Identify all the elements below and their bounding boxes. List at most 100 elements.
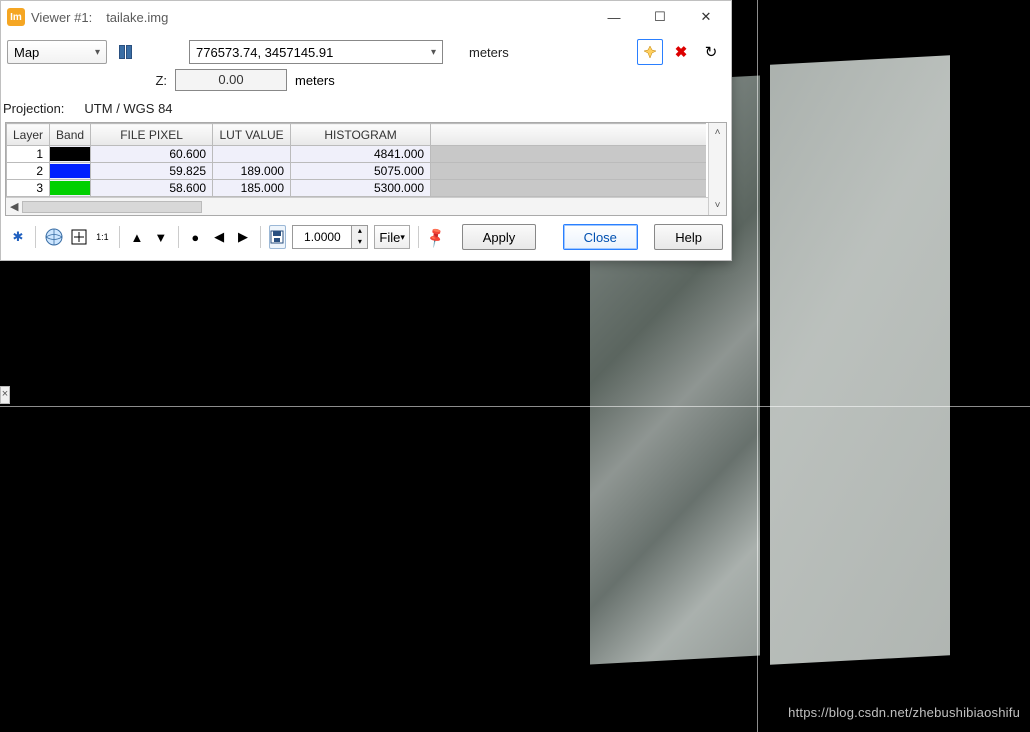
coordinate-input[interactable]: 776573.74, 3457145.91 ▾: [189, 40, 443, 64]
divider: [35, 226, 36, 248]
col-histogram[interactable]: HISTOGRAM: [291, 124, 431, 146]
refresh-button[interactable]: ↻: [699, 40, 723, 64]
up-button[interactable]: ▲: [128, 225, 146, 249]
scroll-left-icon[interactable]: ◀: [10, 200, 18, 213]
step-back-button[interactable]: ◀: [210, 225, 228, 249]
maximize-button[interactable]: ☐: [637, 2, 683, 32]
close-button[interactable]: Close: [563, 224, 638, 250]
cell-spacer: [431, 180, 706, 197]
z-value-field[interactable]: 0.00: [175, 69, 287, 91]
band-table-wrap: Layer Band FILE PIXEL LUT VALUE HISTOGRA…: [5, 122, 727, 216]
col-layer[interactable]: Layer: [7, 124, 50, 146]
pushpin-button[interactable]: 📌: [427, 225, 444, 249]
divider: [178, 226, 179, 248]
cell-band: [50, 146, 91, 163]
bottom-toolbar: ✱ 1:1 ▲ ▼ ● ◀ ▶ ▴▾ File ▾ 📌 Apply: [1, 216, 731, 260]
plus-box-icon: [71, 229, 87, 245]
scroll-down-icon[interactable]: ˅: [715, 200, 721, 211]
file-dropdown[interactable]: File ▾: [374, 225, 409, 249]
play-right-icon: ▶: [238, 229, 248, 245]
coordinate-value: 776573.74, 3457145.91: [196, 45, 333, 60]
col-file-pixel[interactable]: FILE PIXEL: [91, 124, 213, 146]
spin-up-icon[interactable]: ▴: [351, 226, 367, 237]
table-hscroll[interactable]: ◀ ▶: [6, 197, 726, 215]
asterisk-button[interactable]: ✱: [9, 225, 27, 249]
divider: [418, 226, 419, 248]
cell-band: [50, 163, 91, 180]
col-lut-value[interactable]: LUT VALUE: [213, 124, 291, 146]
crosshair-horizontal: [0, 406, 1030, 407]
titlebar[interactable]: Im Viewer #1: tailake.img — ☐ ✕: [1, 1, 731, 33]
chevron-down-icon: ▾: [431, 47, 436, 58]
one-to-one-button[interactable]: 1:1: [94, 225, 112, 249]
hscroll-thumb[interactable]: [22, 201, 202, 213]
projection-value: UTM / WGS 84: [84, 101, 172, 116]
spin-down-icon[interactable]: ▾: [351, 237, 367, 248]
cell-lut-value: 189.000: [213, 163, 291, 180]
band-swatch-icon: [50, 147, 90, 161]
zoom-value-input[interactable]: [293, 226, 351, 248]
watermark: https://blog.csdn.net/zhebushibiaoshifu: [788, 705, 1020, 720]
band-table[interactable]: Layer Band FILE PIXEL LUT VALUE HISTOGRA…: [6, 123, 706, 197]
satellite-imagery-right: [770, 55, 950, 664]
divider: [260, 226, 261, 248]
save-button[interactable]: [269, 225, 287, 249]
coord-toolbar: Map ▾ 776573.74, 3457145.91 ▾ meters ✖ ↻: [1, 33, 731, 69]
minimize-button[interactable]: —: [591, 2, 637, 32]
table-row[interactable]: 160.6004841.000: [7, 146, 707, 163]
close-window-button[interactable]: ✕: [683, 2, 729, 32]
step-forward-button[interactable]: ▶: [234, 225, 252, 249]
x-icon: ✖: [675, 43, 688, 61]
window-title: Viewer #1:: [31, 10, 92, 25]
dual-pane-icon: [119, 45, 132, 59]
projection-row: Projection: UTM / WGS 84: [1, 97, 731, 122]
cell-file-pixel: 58.600: [91, 180, 213, 197]
globe-button[interactable]: [44, 225, 64, 249]
pin-toggle-button[interactable]: [637, 39, 663, 65]
divider: [119, 226, 120, 248]
coord-units-label: meters: [469, 45, 509, 60]
dual-pane-button[interactable]: [113, 40, 137, 64]
refresh-icon: ↻: [705, 43, 718, 61]
app-icon: Im: [7, 8, 25, 26]
band-swatch-icon: [50, 164, 90, 178]
fit-extent-button[interactable]: [70, 225, 88, 249]
globe-icon: [45, 228, 63, 246]
record-button[interactable]: ●: [186, 225, 204, 249]
cell-spacer: [431, 146, 706, 163]
pushpin-icon: 📌: [423, 225, 447, 249]
mode-dropdown[interactable]: Map ▾: [7, 40, 107, 64]
table-vscroll[interactable]: ˄ ˅: [708, 123, 726, 215]
cell-layer: 1: [7, 146, 50, 163]
col-spacer: [431, 124, 706, 146]
apply-button[interactable]: Apply: [462, 224, 537, 250]
z-units-label: meters: [295, 73, 335, 88]
down-button[interactable]: ▼: [152, 225, 170, 249]
file-label: File: [379, 230, 400, 245]
z-row: Z: 0.00 meters: [1, 69, 731, 97]
band-swatch-icon: [50, 181, 90, 195]
projection-label: Projection:: [3, 101, 64, 116]
cell-lut-value: 185.000: [213, 180, 291, 197]
cell-histogram: 5075.000: [291, 163, 431, 180]
pixel-info-dialog: Im Viewer #1: tailake.img — ☐ ✕ Map ▾ 77…: [0, 0, 732, 261]
cell-file-pixel: 60.600: [91, 146, 213, 163]
cell-histogram: 5300.000: [291, 180, 431, 197]
cell-layer: 3: [7, 180, 50, 197]
scroll-up-icon[interactable]: ˄: [715, 127, 721, 138]
col-band[interactable]: Band: [50, 124, 91, 146]
cell-file-pixel: 59.825: [91, 163, 213, 180]
window-filename: tailake.img: [106, 10, 168, 25]
side-collapse-tab[interactable]: ×: [0, 386, 10, 404]
zoom-spinner[interactable]: ▴▾: [292, 225, 368, 249]
save-icon: [270, 230, 284, 244]
play-left-icon: ◀: [214, 229, 224, 245]
table-row[interactable]: 259.825189.0005075.000: [7, 163, 707, 180]
one-one-icon: 1:1: [96, 232, 109, 242]
delete-button[interactable]: ✖: [669, 40, 693, 64]
help-button[interactable]: Help: [654, 224, 723, 250]
cell-band: [50, 180, 91, 197]
asterisk-icon: ✱: [12, 229, 23, 245]
chevron-down-icon: ▾: [95, 47, 100, 58]
table-row[interactable]: 3 58.600185.0005300.000: [7, 180, 707, 197]
